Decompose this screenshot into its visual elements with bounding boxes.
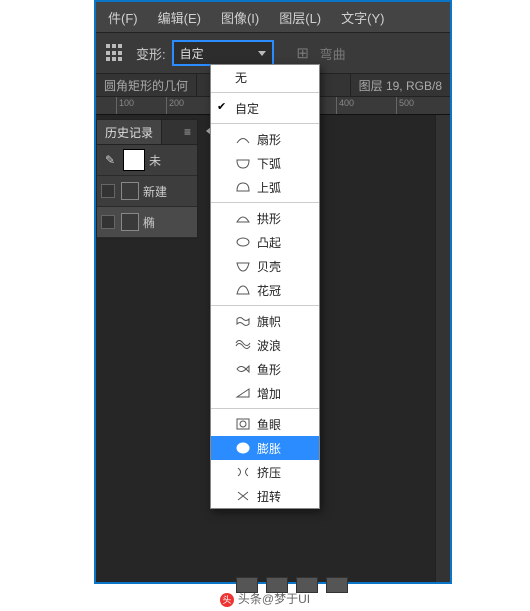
- warp-option-label: 下弧: [257, 155, 281, 172]
- warp-option-arc-lower[interactable]: 下弧: [211, 151, 319, 175]
- document-icon: [121, 182, 139, 200]
- toutiao-logo-icon: 头: [220, 593, 234, 607]
- fisheye-icon: [235, 417, 251, 431]
- ruler-tick: 400: [336, 97, 354, 115]
- warp-option-label: 挤压: [257, 464, 281, 481]
- history-label: 椭: [143, 214, 155, 231]
- history-state[interactable]: ✎ 未: [97, 145, 197, 176]
- history-step[interactable]: 新建: [97, 176, 197, 207]
- chevron-down-icon: [258, 51, 266, 56]
- warp-option-label: 扇形: [257, 131, 281, 148]
- warp-style-menu: 无自定扇形下弧上弧拱形凸起贝壳花冠旗帜波浪鱼形增加鱼眼膨胀挤压扭转: [210, 64, 320, 509]
- bulge-icon: [235, 235, 251, 249]
- menu-bar: 件(F) 编辑(E) 图像(I) 图层(L) 文字(Y): [96, 2, 450, 33]
- shell-upper-icon: [235, 283, 251, 297]
- warp-option-label: 上弧: [257, 179, 281, 196]
- ruler-tick: 100: [116, 97, 134, 115]
- warp-option-label: 贝壳: [257, 258, 281, 275]
- checkbox-icon: [101, 184, 115, 198]
- wave-icon: [235, 338, 251, 352]
- menu-image[interactable]: 图像(I): [211, 8, 269, 27]
- menu-file[interactable]: 件(F): [98, 8, 148, 27]
- warp-option-squeeze[interactable]: 挤压: [211, 460, 319, 484]
- arc-icon: [235, 132, 251, 146]
- checkbox-icon: [101, 215, 115, 229]
- orientation-icon[interactable]: ⊞: [292, 42, 314, 64]
- history-label: 未: [149, 152, 161, 169]
- shell-lower-icon: [235, 259, 251, 273]
- arch-icon: [235, 211, 251, 225]
- rise-icon: [235, 386, 251, 400]
- warp-option-shell-lower[interactable]: 贝壳: [211, 254, 319, 278]
- arc-upper-icon: [235, 180, 251, 194]
- warp-option-twist[interactable]: 扭转: [211, 484, 319, 508]
- warp-option-rise[interactable]: 增加: [211, 381, 319, 405]
- warp-option-label: 波浪: [257, 337, 281, 354]
- ruler-tick: 200: [166, 97, 184, 115]
- warp-option-label: 凸起: [257, 234, 281, 251]
- warp-option-label: 鱼眼: [257, 416, 281, 433]
- scrollbar-vertical[interactable]: [435, 115, 450, 582]
- bend-label: 弯曲: [320, 44, 346, 63]
- menu-type[interactable]: 文字(Y): [331, 8, 394, 27]
- warp-option-flag[interactable]: 旗帜: [211, 309, 319, 333]
- warp-option-fisheye[interactable]: 鱼眼: [211, 412, 319, 436]
- flag-icon: [235, 314, 251, 328]
- warp-option-inflate[interactable]: 膨胀: [211, 436, 319, 460]
- warp-selected-value: 自定: [180, 45, 204, 62]
- warp-option-none-1[interactable]: 自定: [211, 96, 319, 120]
- ruler-tick: 500: [396, 97, 414, 115]
- warp-option-arc-upper[interactable]: 上弧: [211, 175, 319, 199]
- watermark: 头头条@梦于UI: [0, 590, 530, 607]
- history-step[interactable]: 椭: [97, 207, 197, 238]
- twist-icon: [235, 489, 251, 503]
- brush-icon: ✎: [101, 151, 119, 169]
- warp-option-label: 无: [235, 69, 247, 86]
- grid-icon[interactable]: [106, 44, 124, 62]
- warp-option-label: 花冠: [257, 282, 281, 299]
- warp-option-label: 增加: [257, 385, 281, 402]
- watermark-text: 头条@梦于UI: [238, 592, 310, 606]
- squeeze-icon: [235, 465, 251, 479]
- history-panel: 历史记录 ≡ ✎ 未 新建 椭: [96, 119, 198, 239]
- arc-lower-icon: [235, 156, 251, 170]
- tab-active[interactable]: 圆角矩形的几何: [96, 74, 197, 96]
- warp-label: 变形:: [136, 44, 166, 63]
- warp-option-bulge[interactable]: 凸起: [211, 230, 319, 254]
- panel-menu-icon[interactable]: ≡: [178, 125, 197, 139]
- warp-style-dropdown[interactable]: 自定: [172, 40, 274, 66]
- warp-option-arch[interactable]: 拱形: [211, 206, 319, 230]
- menu-edit[interactable]: 编辑(E): [148, 8, 211, 27]
- fish-icon: [235, 362, 251, 376]
- warp-option-label: 旗帜: [257, 313, 281, 330]
- warp-option-label: 膨胀: [257, 440, 281, 457]
- warp-option-label: 鱼形: [257, 361, 281, 378]
- history-label: 新建: [143, 183, 167, 200]
- history-tab[interactable]: 历史记录: [97, 120, 162, 144]
- menu-layer[interactable]: 图层(L): [269, 8, 331, 27]
- document-icon: [121, 213, 139, 231]
- warp-option-shell-upper[interactable]: 花冠: [211, 278, 319, 302]
- tab-info[interactable]: 图层 19, RGB/8: [350, 74, 450, 96]
- warp-option-fish[interactable]: 鱼形: [211, 357, 319, 381]
- warp-option-wave[interactable]: 波浪: [211, 333, 319, 357]
- snapshot-thumb: [123, 149, 145, 171]
- warp-option-none-0[interactable]: 无: [211, 65, 319, 89]
- warp-option-arc[interactable]: 扇形: [211, 127, 319, 151]
- warp-option-label: 扭转: [257, 488, 281, 505]
- inflate-icon: [235, 441, 251, 455]
- warp-option-label: 拱形: [257, 210, 281, 227]
- warp-option-label: 自定: [235, 100, 259, 117]
